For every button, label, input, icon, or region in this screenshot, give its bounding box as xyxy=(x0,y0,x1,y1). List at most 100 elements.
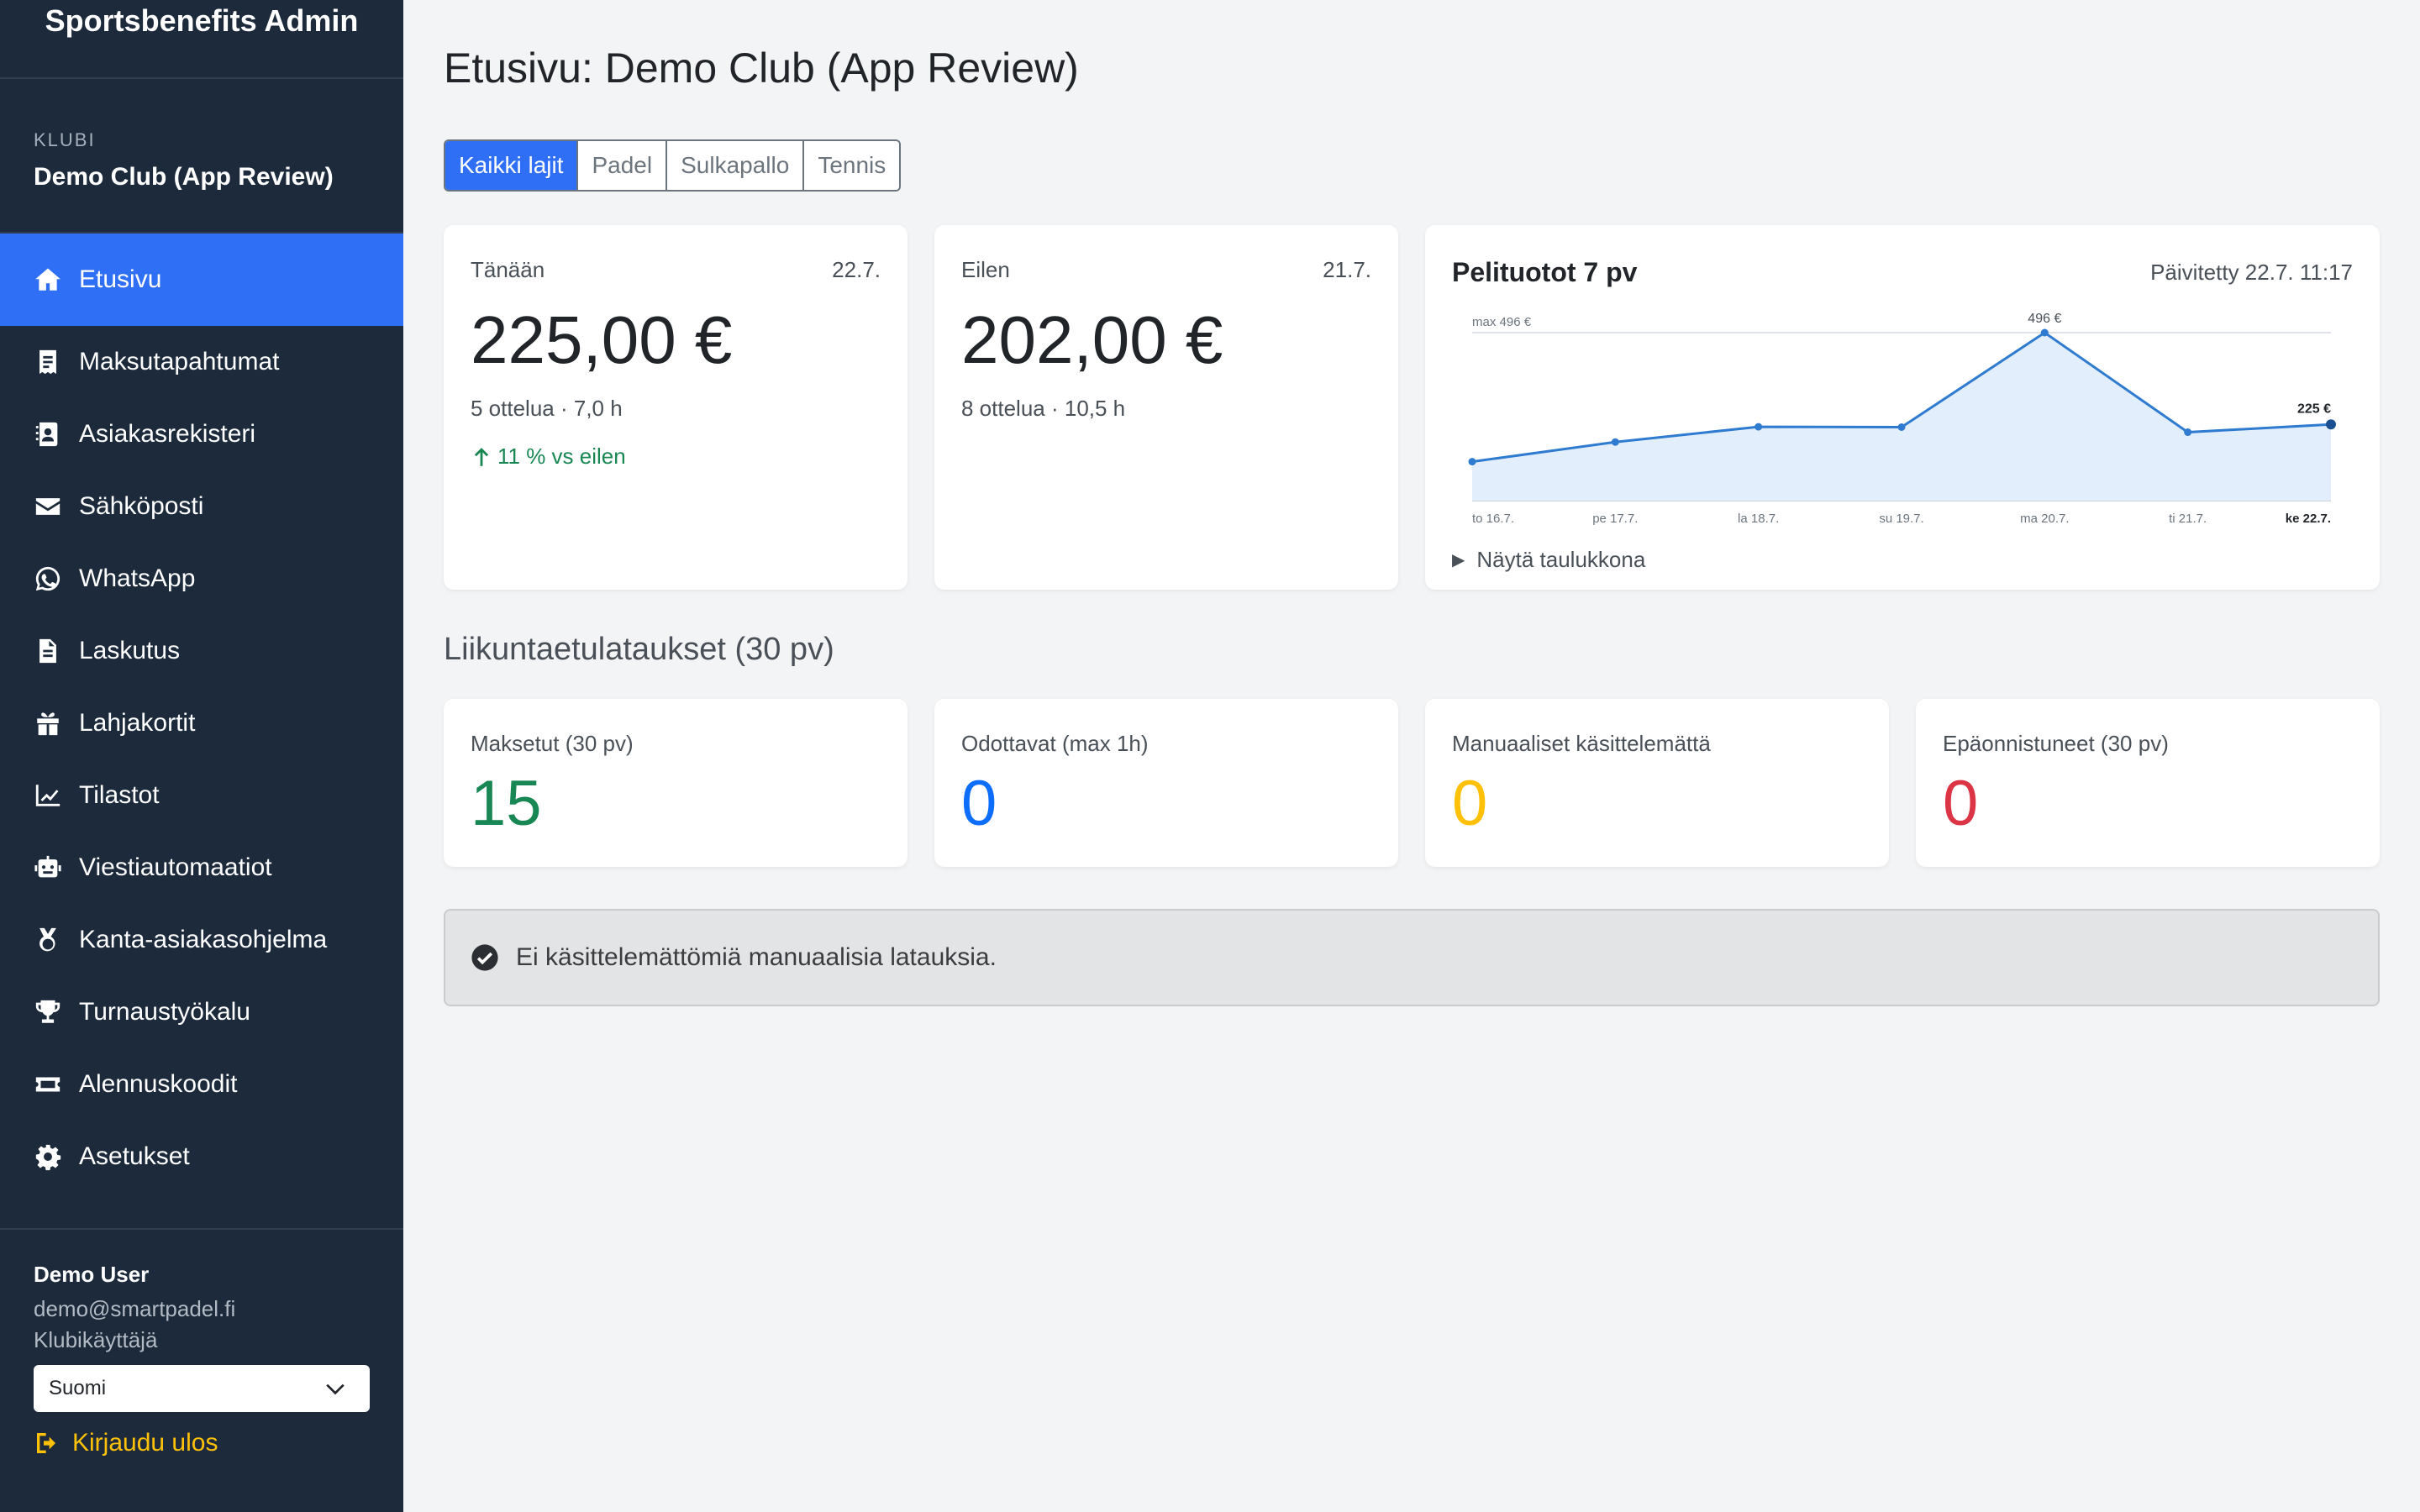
sport-filter-tabs: Kaikki lajit Padel Sulkapallo Tennis xyxy=(444,139,902,192)
stat-card-manual: Manuaaliset käsittelemättä 0 xyxy=(1425,699,1889,867)
stat-label: Odottavat (max 1h) xyxy=(961,731,1149,756)
language-select[interactable]: Suomi xyxy=(34,1365,370,1412)
gear-icon xyxy=(35,1144,61,1171)
section-title: Liikuntaetulataukset (30 pv) xyxy=(444,632,834,667)
today-amount: 225,00 € xyxy=(471,302,733,377)
sidebar-item-label: Maksutapahtumat xyxy=(79,348,280,375)
club-caption: KLUBI xyxy=(34,129,96,150)
logout-label: Kirjaudu ulos xyxy=(72,1429,218,1457)
today-meta: 5 ottelua · 7,0 h xyxy=(471,396,623,421)
revenue-chart: max 496 € to 16.7. pe 17.7. la 18.7. su 19.… xyxy=(1468,312,2336,526)
stat-label: Epäonnistuneet (30 pv) xyxy=(1943,731,2169,756)
stat-card-paid: Maksetut (30 pv) 15 xyxy=(444,699,908,867)
sidebar-footer: Demo User demo@smartpadel.fi Klubikäyttä… xyxy=(0,1228,403,1512)
sidebar-item-label: Kanta-asiakasohjelma xyxy=(79,926,328,953)
chart-point xyxy=(2040,328,2049,337)
tab-sulkapallo[interactable]: Sulkapallo xyxy=(666,141,803,190)
chart-point xyxy=(2184,428,2192,437)
show-as-table-toggle[interactable]: ▶ Näytä taulukkona xyxy=(1452,547,1645,573)
sidebar-item-tilastot[interactable]: Tilastot xyxy=(0,759,403,832)
chart-point xyxy=(1611,438,1619,446)
sidebar-item-whatsapp[interactable]: WhatsApp xyxy=(0,543,403,615)
sidebar-item-label: Asiakasrekisteri xyxy=(79,420,256,448)
home-icon xyxy=(35,268,60,291)
triangle-right-icon: ▶ xyxy=(1452,551,1465,570)
stat-card-pending: Odottavat (max 1h) 0 xyxy=(934,699,1398,867)
club-name: Demo Club (App Review) xyxy=(34,163,334,191)
stat-label: Maksetut (30 pv) xyxy=(471,731,634,756)
info-alert: Ei käsittelemättömiä manuaalisia latauks… xyxy=(444,909,2380,1006)
sidebar-item-asetukset[interactable]: Asetukset xyxy=(0,1121,403,1193)
alert-text: Ei käsittelemättömiä manuaalisia latauks… xyxy=(516,943,997,971)
page-title: Etusivu: Demo Club (App Review) xyxy=(444,45,1079,92)
sidebar-item-label: Lahjakortit xyxy=(79,709,196,737)
sidebar-item-turnaustyokalu[interactable]: Turnaustyökalu xyxy=(0,976,403,1048)
sidebar-item-alennuskoodit[interactable]: Alennuskoodit xyxy=(0,1048,403,1121)
yesterday-date: 21.7. xyxy=(1323,257,1371,282)
sign-out-icon xyxy=(37,1433,55,1453)
chart-last-label: 225 € xyxy=(2297,402,2331,416)
today-revenue-card: Tänään 22.7. 225,00 € 5 ottelua · 7,0 h … xyxy=(444,225,908,590)
chart-peak-label: 496 € xyxy=(2028,312,2061,326)
sidebar-item-asiakasrekisteri[interactable]: Asiakasrekisteri xyxy=(0,398,403,470)
sidebar-nav: Etusivu Maksutapahtumat Asiakasrekisteri… xyxy=(0,234,403,1193)
sidebar-item-viestiautomaatiot[interactable]: Viestiautomaatiot xyxy=(0,832,403,904)
chart-point xyxy=(1468,458,1476,466)
yesterday-meta: 8 ottelua · 10,5 h xyxy=(961,396,1126,421)
user-role: Klubikäyttäjä xyxy=(34,1327,158,1352)
chart-tick-label: ke 22.7. xyxy=(2286,512,2331,526)
sidebar-item-etusivu[interactable]: Etusivu xyxy=(0,234,403,326)
sidebar-item-label: Etusivu xyxy=(79,265,162,293)
sidebar-item-label: Viestiautomaatiot xyxy=(79,853,272,881)
today-trend-text: 11 % vs eilen xyxy=(497,444,626,469)
stat-value: 0 xyxy=(1943,768,1979,839)
tab-kaikki-lajit[interactable]: Kaikki lajit xyxy=(445,141,577,190)
sidebar-item-label: Tilastot xyxy=(79,781,160,809)
chart-max-label: max 496 € xyxy=(1472,315,1532,329)
stat-card-failed: Epäonnistuneet (30 pv) 0 xyxy=(1916,699,2380,867)
document-icon xyxy=(39,638,56,664)
user-name: Demo User xyxy=(34,1262,150,1287)
yesterday-revenue-card: Eilen 21.7. 202,00 € 8 ottelua · 10,5 h xyxy=(934,225,1398,590)
chart-tick-label: to 16.7. xyxy=(1472,512,1514,526)
logout-link[interactable]: Kirjaudu ulos xyxy=(34,1429,370,1457)
tab-tennis[interactable]: Tennis xyxy=(802,141,900,190)
yesterday-amount: 202,00 € xyxy=(961,302,1223,377)
sidebar-item-maksutapahtumat[interactable]: Maksutapahtumat xyxy=(0,326,403,398)
gift-icon xyxy=(37,712,59,736)
arrow-up-icon xyxy=(474,447,489,466)
sidebar-item-label: Laskutus xyxy=(79,637,181,664)
contact-book-icon xyxy=(35,422,58,447)
medal-icon xyxy=(39,927,56,952)
sidebar-item-laskutus[interactable]: Laskutus xyxy=(0,615,403,687)
check-circle-icon xyxy=(471,944,498,971)
user-email: demo@smartpadel.fi xyxy=(34,1296,236,1321)
sidebar-item-kanta-asiakasohjelma[interactable]: Kanta-asiakasohjelma xyxy=(0,904,403,976)
app-title: Sportsbenefits Admin xyxy=(0,0,403,79)
chevron-down-icon xyxy=(326,1383,345,1395)
language-select-value: Suomi xyxy=(49,1377,107,1399)
sidebar-item-label: Asetukset xyxy=(79,1142,190,1170)
sidebar-item-sahkoposti[interactable]: Sähköposti xyxy=(0,470,403,543)
chart-tick-label: su 19.7. xyxy=(1879,512,1923,526)
chart-title: Pelituotot 7 pv xyxy=(1452,257,1638,287)
today-trend: 11 % vs eilen xyxy=(471,444,881,470)
robot-icon xyxy=(34,855,61,878)
sidebar-item-label: WhatsApp xyxy=(79,564,196,592)
today-label: Tänään xyxy=(471,257,545,282)
chart-updated: Päivitetty 22.7. 11:17 xyxy=(2150,260,2353,285)
ticket-icon xyxy=(35,1077,60,1092)
envelope-icon xyxy=(35,498,60,515)
today-date: 22.7. xyxy=(832,257,881,282)
chart-area xyxy=(1472,333,2331,501)
chart-point xyxy=(1754,423,1763,431)
tab-padel[interactable]: Padel xyxy=(576,141,666,190)
stat-value: 0 xyxy=(961,768,997,839)
chart-tick-label: ti 21.7. xyxy=(2169,512,2207,526)
sidebar-item-label: Alennuskoodit xyxy=(79,1070,238,1098)
chart-point xyxy=(1897,423,1906,431)
sidebar: Sportsbenefits Admin KLUBI Demo Club (Ap… xyxy=(0,0,403,1512)
sidebar-item-label: Sähköposti xyxy=(79,492,204,520)
sidebar-item-lahjakortit[interactable]: Lahjakortit xyxy=(0,687,403,759)
chart-tick-label: ma 20.7. xyxy=(2020,512,2069,526)
